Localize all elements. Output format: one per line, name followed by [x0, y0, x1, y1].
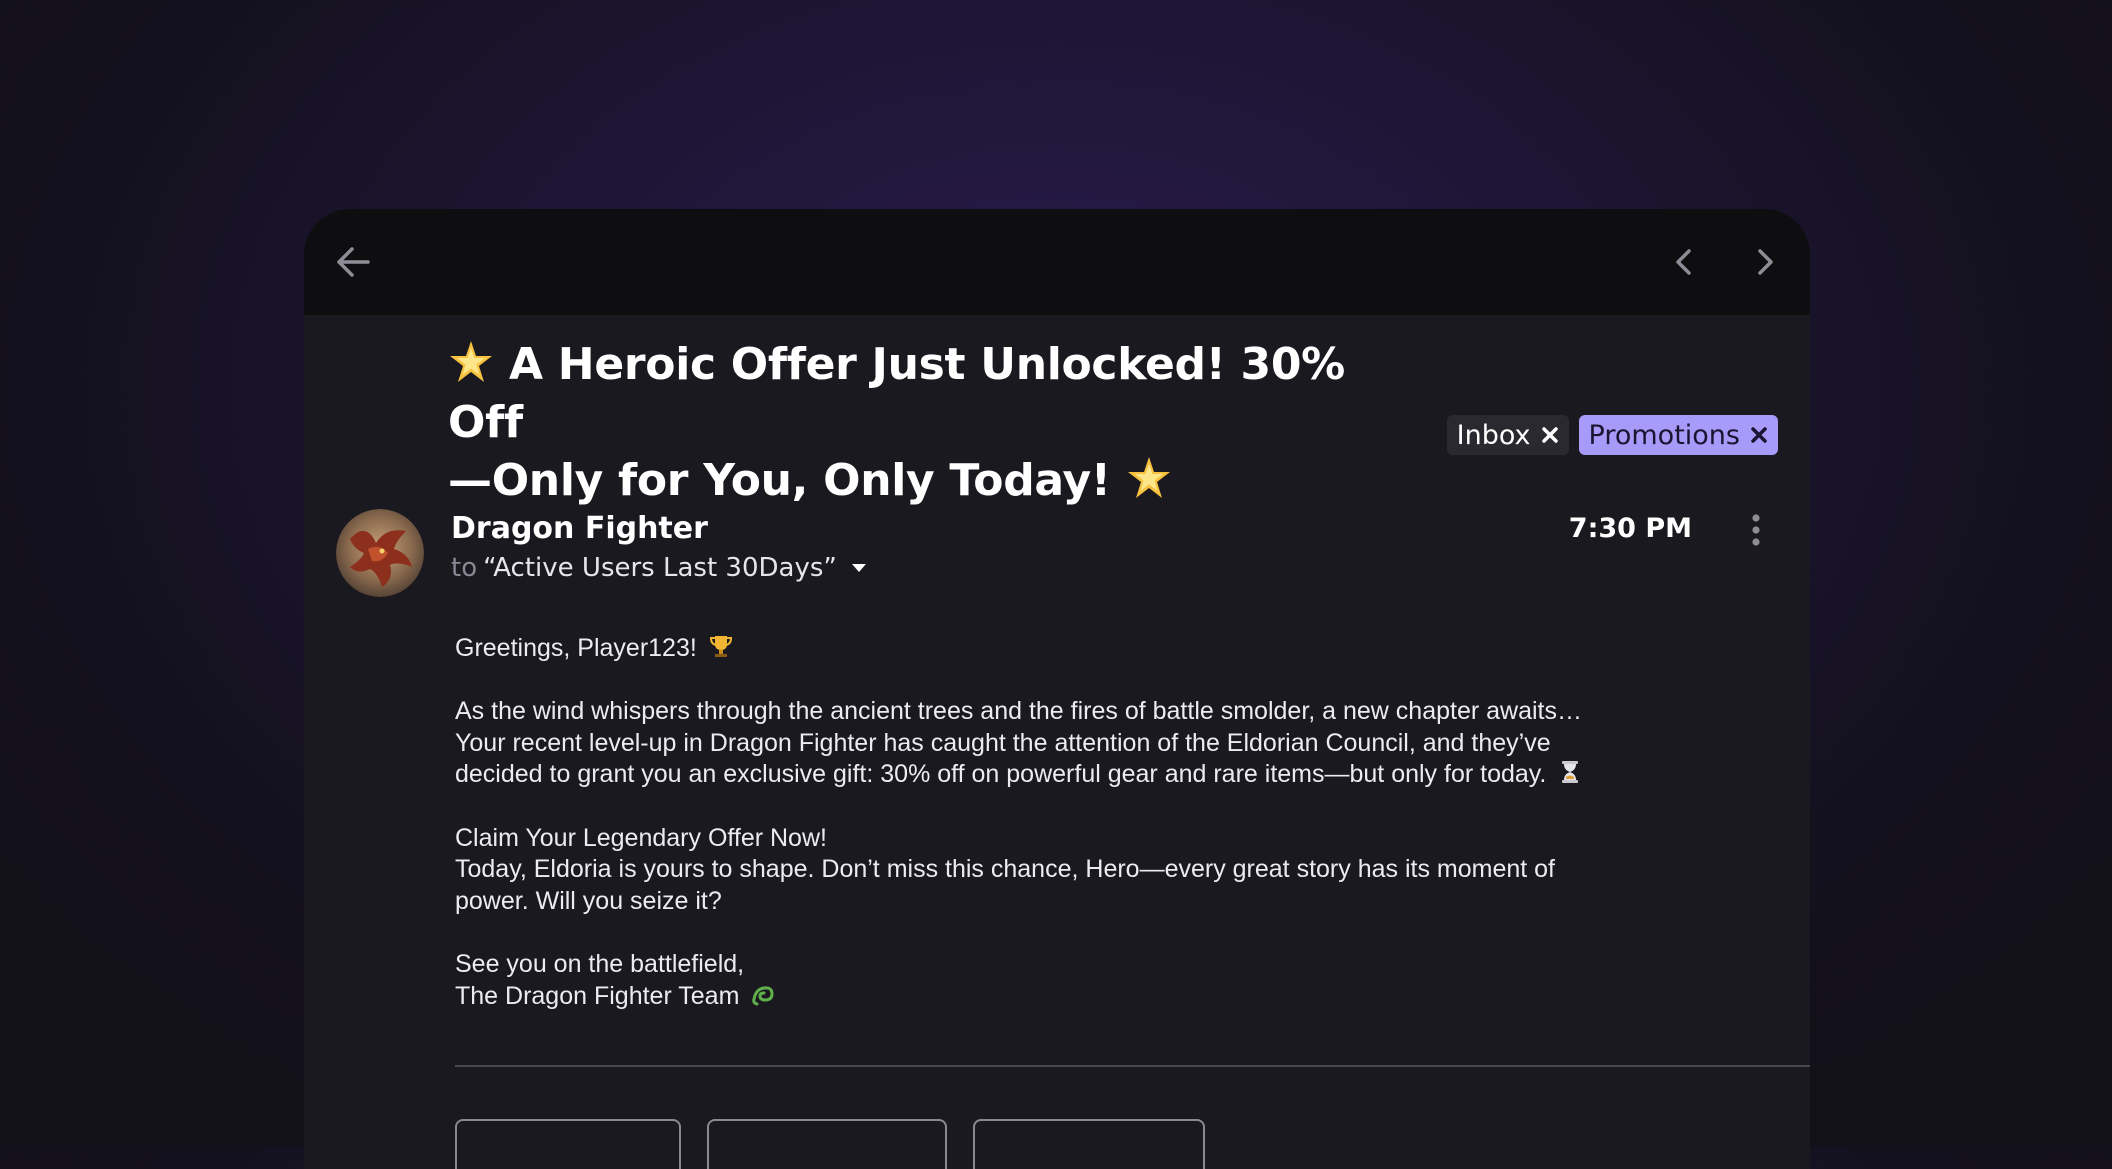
- email-subject: A Heroic Offer Just Unlocked! 30% Off —O…: [448, 336, 1368, 510]
- trophy-emoji-icon: [709, 636, 732, 657]
- forward-button[interactable]: [973, 1119, 1205, 1169]
- subject-line-2: —Only for You, Only Today!: [448, 455, 1111, 506]
- star-emoji-icon: [1127, 457, 1170, 498]
- sender-name: Dragon Fighter: [451, 511, 708, 546]
- email-time: 7:30 PM: [1568, 513, 1692, 544]
- signature-text: The Dragon Fighter Team: [455, 981, 740, 1010]
- recipient-prefix: to: [451, 553, 478, 583]
- star-emoji-icon: [450, 341, 492, 382]
- label-chip-promotions[interactable]: Promotions: [1578, 415, 1778, 455]
- body-line: power. Will you seize it?: [455, 886, 722, 915]
- subject-line-1: A Heroic Offer Just Unlocked! 30% Off: [448, 339, 1345, 448]
- body-line: Today, Eldoria is yours to shape. Don’t …: [455, 855, 1555, 884]
- body-divider: [455, 1065, 1810, 1067]
- recipient-dropdown[interactable]: to “Active Users Last 30Days”: [451, 553, 867, 583]
- recipient-name: “Active Users Last 30Days”: [483, 553, 837, 583]
- remove-label-icon[interactable]: [1750, 426, 1768, 444]
- reply-button[interactable]: [455, 1119, 681, 1169]
- more-vertical-icon[interactable]: [1748, 513, 1764, 547]
- greeting-paragraph: Greetings, Player123!: [455, 633, 1775, 665]
- label-chip-text: Promotions: [1588, 419, 1740, 451]
- back-arrow-icon[interactable]: [330, 239, 376, 285]
- chevron-left-icon[interactable]: [1664, 241, 1704, 283]
- signature-block: See you on the battlefield, The Dragon F…: [455, 949, 1775, 1012]
- hourglass-emoji-icon: [1562, 761, 1579, 784]
- chevron-down-icon: [851, 564, 866, 572]
- body-line: As the wind whispers through the ancient…: [455, 697, 1583, 726]
- body-line: decided to grant you an exclusive gift: …: [455, 760, 1547, 789]
- sender-avatar[interactable]: [336, 509, 424, 597]
- body-paragraph-2: Claim Your Legendary Offer Now! Today, E…: [455, 823, 1775, 918]
- body-paragraph-1: As the wind whispers through the ancient…: [455, 696, 1775, 791]
- body-line: Your recent level-up in Dragon Fighter h…: [455, 728, 1551, 757]
- label-chips: Inbox Promotions: [1446, 415, 1778, 455]
- greeting-text: Greetings, Player123!: [455, 634, 697, 662]
- email-body: Greetings, Player123! As the wind whispe…: [455, 633, 1775, 1012]
- email-window: A Heroic Offer Just Unlocked! 30% Off —O…: [304, 209, 1810, 1169]
- email-toolbar: [304, 209, 1810, 315]
- label-chip-inbox[interactable]: Inbox: [1446, 415, 1569, 455]
- body-line: Claim Your Legendary Offer Now!: [455, 823, 827, 852]
- label-chip-text: Inbox: [1456, 419, 1531, 451]
- reply-all-button[interactable]: [707, 1119, 947, 1169]
- chevron-right-icon[interactable]: [1745, 241, 1785, 283]
- remove-label-icon[interactable]: [1541, 426, 1559, 444]
- dragon-emoji-icon: [752, 985, 774, 1006]
- signoff-text: See you on the battlefield,: [455, 949, 745, 978]
